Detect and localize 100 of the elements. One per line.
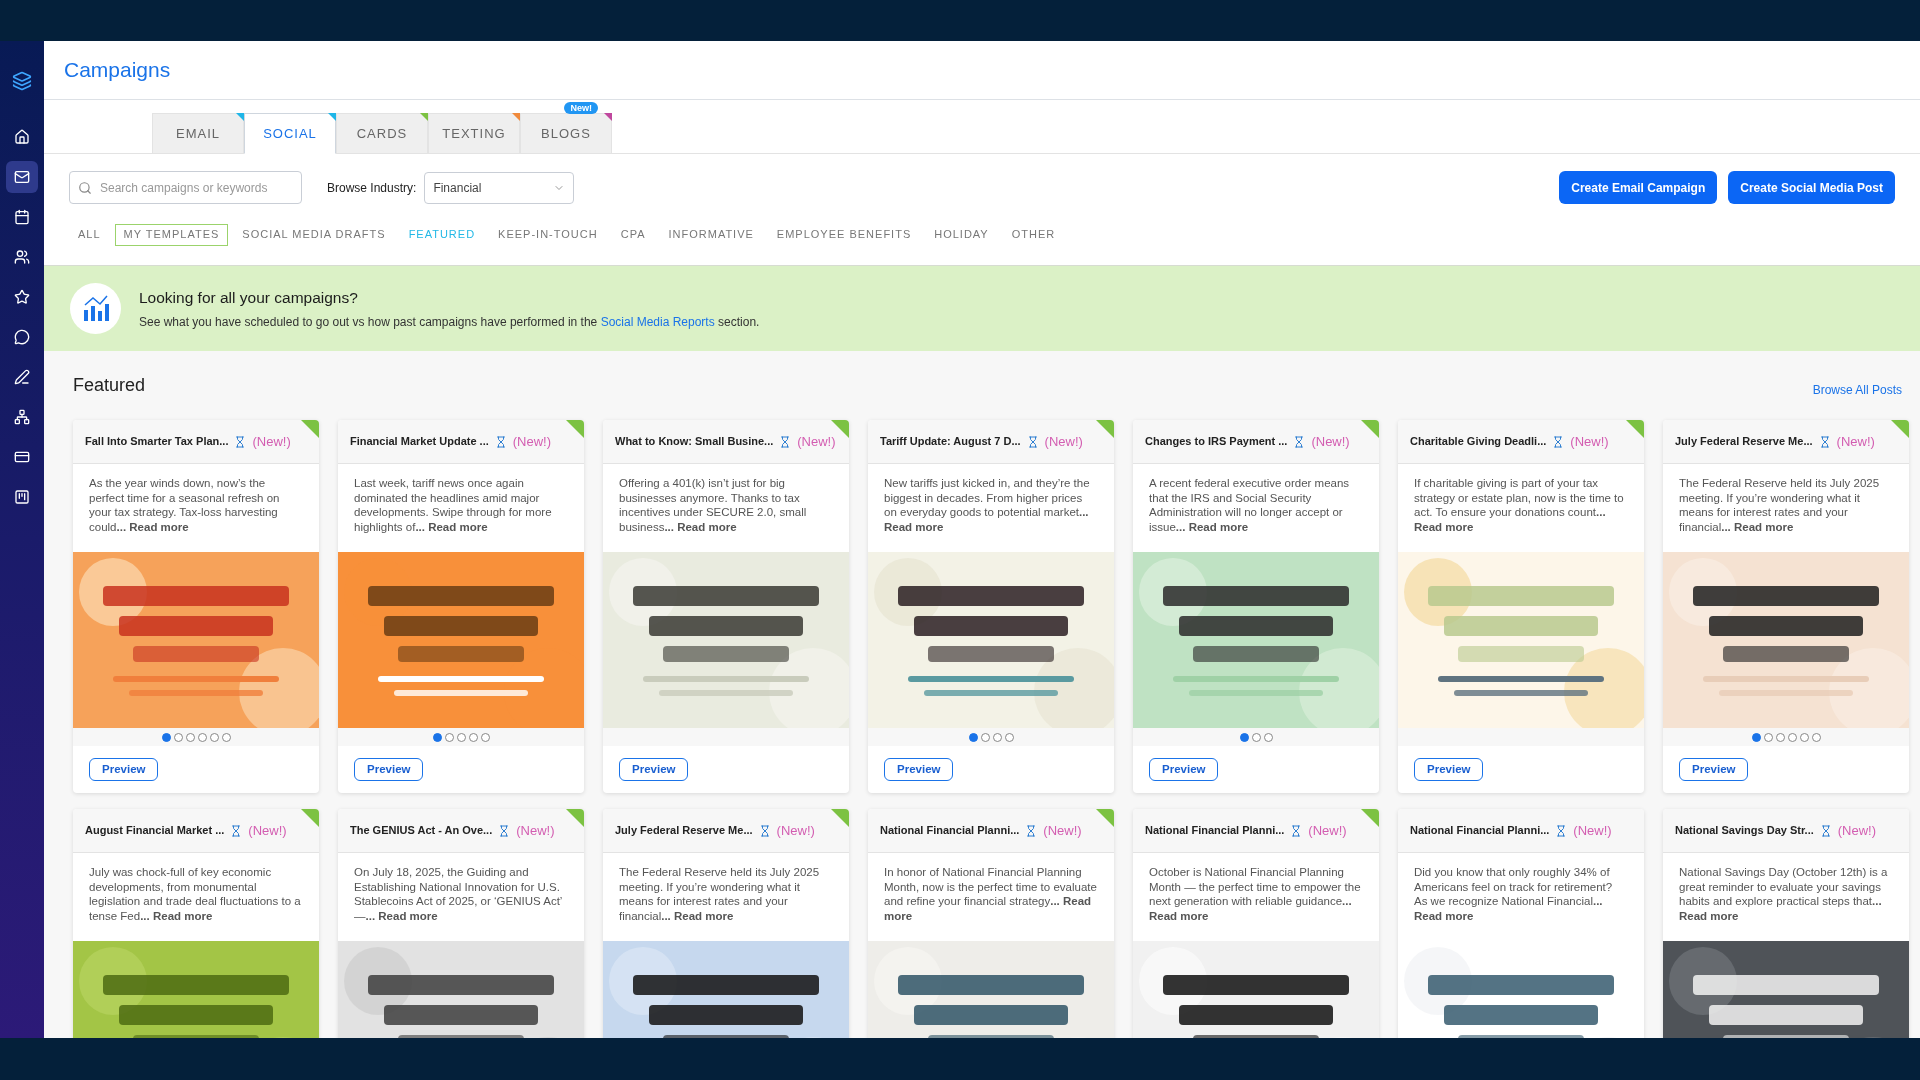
page-title: Campaigns bbox=[64, 57, 171, 84]
new-label: (New!) bbox=[516, 821, 555, 840]
new-label: (New!) bbox=[1573, 821, 1612, 840]
card-title: National Savings Day Str... bbox=[1675, 823, 1814, 839]
reports-link[interactable]: Social Media Reports bbox=[600, 315, 715, 330]
card-title: Financial Market Update ... bbox=[350, 434, 489, 450]
filter-tab[interactable]: OTHER bbox=[1002, 223, 1065, 246]
filter-tab[interactable]: CPA bbox=[611, 223, 655, 246]
hourglass-icon bbox=[494, 435, 507, 448]
hourglass-icon bbox=[1555, 824, 1568, 837]
search-icon bbox=[78, 181, 92, 195]
new-label: (New!) bbox=[1836, 432, 1875, 451]
star-icon bbox=[14, 289, 30, 305]
hourglass-icon bbox=[1293, 435, 1306, 448]
card-title: National Financial Planni... bbox=[880, 823, 1020, 839]
card-description: In honor of National Financial Planning Month, now is the perfect time to evaluate and refine your financial strategy... Read more bbox=[884, 865, 1098, 923]
hourglass-icon bbox=[779, 435, 792, 448]
new-label: (New!) bbox=[1570, 432, 1609, 451]
preview-button[interactable]: Preview bbox=[1149, 758, 1219, 781]
home-icon bbox=[14, 129, 30, 145]
sidebar-item[interactable] bbox=[6, 161, 38, 193]
filter-tab[interactable]: SOCIAL MEDIA DRAFTS bbox=[233, 223, 395, 246]
hierarchy-icon bbox=[14, 409, 30, 425]
hourglass-icon bbox=[230, 824, 243, 837]
preview-button[interactable]: Preview bbox=[1414, 758, 1484, 781]
card-description: Did you know that only roughly 34% of Americans feel on track for retirement? As we recognize National Financial... Read more bbox=[1414, 865, 1614, 923]
new-label: (New!) bbox=[776, 821, 815, 840]
card-description: October is National Financial Planning Month — the perfect time to empower the next generation with reliable guidance... Read more bbox=[1149, 865, 1362, 923]
preview-button[interactable]: Preview bbox=[884, 758, 954, 781]
hourglass-icon bbox=[1818, 435, 1831, 448]
hourglass-icon bbox=[1026, 435, 1039, 448]
section-title: Featured bbox=[73, 374, 146, 397]
chart-board-icon bbox=[14, 489, 30, 505]
card-description: The Federal Reserve held its July 2025 meeting. If you’re wondering what it means for interest rates and your financial... Read more bbox=[1679, 476, 1881, 534]
card-title: August Financial Market ... bbox=[85, 823, 225, 839]
browse-all-link[interactable]: Browse All Posts bbox=[1812, 381, 1902, 399]
card-description: National Savings Day (October 12th) is a great reminder to evaluate your savings habits and explore practical steps that... Read more bbox=[1679, 865, 1889, 923]
hourglass-icon bbox=[1025, 824, 1038, 837]
pen-icon bbox=[14, 369, 30, 385]
tab[interactable]: SOCIAL bbox=[244, 113, 336, 154]
card-description: The Federal Reserve held its July 2025 meeting. If you’re wondering what it means for interest rates and your financial... Read more bbox=[619, 865, 821, 923]
industry-label: Browse Industry: bbox=[327, 179, 417, 197]
new-label: (New!) bbox=[248, 821, 287, 840]
tab[interactable]: EMAIL bbox=[152, 113, 244, 154]
create-button[interactable]: Create Email Campaign bbox=[1559, 171, 1718, 204]
tab[interactable]: CARDS bbox=[336, 113, 428, 154]
new-label: (New!) bbox=[1311, 432, 1350, 451]
preview-button[interactable]: Preview bbox=[354, 758, 424, 781]
card-description: July was chock-full of key economic developments, from monumental legislation and trade deal fluctuations to a tense Fed... Read more bbox=[89, 865, 302, 923]
new-label: (New!) bbox=[1837, 821, 1877, 840]
card-title: July Federal Reserve Me... bbox=[615, 823, 753, 839]
tab[interactable]: TEXTING bbox=[428, 113, 520, 154]
new-badge: New! bbox=[564, 102, 598, 114]
create-button[interactable]: Create Social Media Post bbox=[1728, 171, 1895, 204]
card-description: New tariffs just kicked in, and they’re the biggest in decades. From higher prices on everyday goods to potential market... Read more bbox=[884, 476, 1091, 534]
card-description: Offering a 401(k) isn’t just for big businesses anymore. Thanks to tax incentives under SECURE 2.0, small business... Read more bbox=[619, 476, 808, 534]
users-icon bbox=[14, 249, 30, 265]
card-title: What to Know: Small Busine... bbox=[615, 434, 774, 450]
card-title: National Financial Planni... bbox=[1410, 823, 1550, 839]
card-description: On July 18, 2025, the Guiding and Establishing National Innovation for U.S. Stablecoins Act of 2025, or ‘GENIUS Act’ —... Read more bbox=[354, 865, 563, 923]
filter-tab[interactable]: EMPLOYEE BENEFITS bbox=[767, 223, 921, 246]
credit-card-icon bbox=[14, 449, 30, 465]
banner-title: Looking for all your campaigns? bbox=[139, 287, 359, 308]
new-label: (New!) bbox=[797, 432, 836, 451]
card-title: Tariff Update: August 7 D... bbox=[880, 434, 1021, 450]
filter-tab[interactable]: HOLIDAY bbox=[925, 223, 998, 246]
card-description: As the year winds down, now’s the perfect time for a seasonal refresh on your tax strategy. Tax-loss harvesting could... Read more bbox=[89, 476, 281, 534]
preview-button[interactable]: Preview bbox=[89, 758, 159, 781]
new-label: (New!) bbox=[1044, 432, 1083, 451]
card-title: Charitable Giving Deadli... bbox=[1410, 434, 1547, 450]
card-description: Last week, tariff news once again dominated the headlines amid major developments. Swipe through for more highlights of... Read more bbox=[354, 476, 553, 534]
new-label: (New!) bbox=[1043, 821, 1082, 840]
card-title: July Federal Reserve Me... bbox=[1675, 434, 1813, 450]
analytics-icon bbox=[70, 283, 121, 334]
hourglass-icon bbox=[1552, 435, 1565, 448]
preview-button[interactable]: Preview bbox=[619, 758, 689, 781]
calendar-icon bbox=[14, 209, 30, 225]
card-title: Changes to IRS Payment ... bbox=[1145, 434, 1288, 450]
filter-tab[interactable]: ALL bbox=[69, 223, 110, 246]
card-title: Fall Into Smarter Tax Plan... bbox=[85, 434, 229, 450]
card-title: The GENIUS Act - An Ove... bbox=[350, 823, 493, 839]
tab[interactable]: BLOGS bbox=[520, 113, 612, 154]
filter-tab[interactable]: KEEP-IN-TOUCH bbox=[489, 223, 607, 246]
preview-button[interactable]: Preview bbox=[1679, 758, 1749, 781]
hourglass-icon bbox=[758, 824, 771, 837]
hourglass-icon bbox=[1819, 824, 1832, 837]
search-field[interactable]: Search campaigns or keywords bbox=[69, 171, 302, 204]
new-label: (New!) bbox=[1308, 821, 1347, 840]
banner-text: See what you have scheduled to go out vs how past campaigns have performed in the Social Media Reports section. bbox=[139, 314, 760, 332]
new-label: (New!) bbox=[252, 432, 291, 451]
mail-icon bbox=[14, 169, 30, 185]
hourglass-icon bbox=[1290, 824, 1303, 837]
card-description: If charitable giving is part of your tax strategy or estate plan, now is the time to act. To ensure your donations count... Read more bbox=[1414, 476, 1625, 534]
hourglass-icon bbox=[498, 824, 511, 837]
filter-tab[interactable]: INFORMATIVE bbox=[659, 223, 763, 246]
filter-tab[interactable]: MY TEMPLATES bbox=[114, 223, 229, 246]
industry-dropdown[interactable]: Financial bbox=[424, 171, 575, 204]
logo-icon bbox=[12, 71, 32, 91]
new-label: (New!) bbox=[512, 432, 552, 451]
hourglass-icon bbox=[234, 435, 247, 448]
